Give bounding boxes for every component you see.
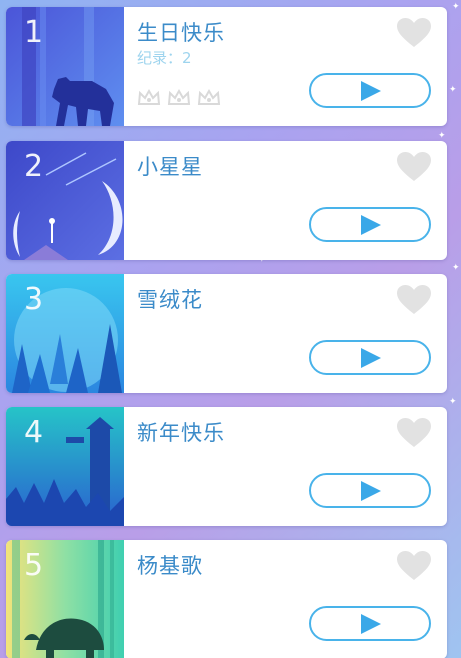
- song-title: 雪绒花: [137, 288, 203, 312]
- song-card-1[interactable]: 1 生日快乐 纪录：2: [6, 7, 447, 126]
- song-title: 杨基歌: [137, 554, 203, 578]
- sparkle-icon: ✦: [449, 397, 457, 407]
- play-button[interactable]: [309, 473, 431, 508]
- crown-icon: [137, 88, 161, 105]
- play-icon: [361, 347, 381, 368]
- crown-icon: [167, 88, 191, 105]
- song-number: 1: [24, 15, 44, 50]
- heart-icon[interactable]: [396, 17, 432, 49]
- song-artwork-tortoise: 5: [6, 540, 124, 658]
- crown-icon: [197, 88, 221, 105]
- song-card-2[interactable]: 2 小星星: [6, 141, 447, 260]
- song-number: 4: [24, 415, 44, 450]
- song-artwork-moon: 2: [6, 141, 124, 260]
- sparkle-icon: ✦: [438, 131, 446, 141]
- song-card-4[interactable]: 4 新年快乐: [6, 407, 447, 526]
- song-title: 生日快乐: [137, 21, 225, 45]
- song-card-5[interactable]: 5 杨基歌: [6, 540, 447, 658]
- play-button[interactable]: [309, 340, 431, 375]
- heart-icon[interactable]: [396, 417, 432, 449]
- song-title: 新年快乐: [137, 421, 225, 445]
- song-artwork-snow-trees: 3: [6, 274, 124, 393]
- heart-icon[interactable]: [396, 284, 432, 316]
- play-button[interactable]: [309, 606, 431, 641]
- crown-rating: [137, 88, 221, 108]
- play-icon: [361, 613, 381, 634]
- play-icon: [361, 80, 381, 101]
- song-number: 3: [24, 282, 44, 317]
- play-icon: [361, 214, 381, 235]
- song-record: 纪录：2: [137, 49, 192, 67]
- song-number: 2: [24, 149, 44, 184]
- song-number: 5: [24, 548, 44, 583]
- song-title: 小星星: [137, 155, 203, 179]
- song-artwork-tower-forest: 4: [6, 407, 124, 526]
- play-button[interactable]: [309, 73, 431, 108]
- play-icon: [361, 480, 381, 501]
- heart-icon[interactable]: [396, 151, 432, 183]
- sparkle-icon: ✦: [452, 2, 460, 12]
- sparkle-icon: ✦: [452, 263, 460, 273]
- song-artwork-bear: 1: [6, 7, 124, 126]
- heart-icon[interactable]: [396, 550, 432, 582]
- sparkle-icon: ✦: [449, 85, 457, 95]
- play-button[interactable]: [309, 207, 431, 242]
- song-card-3[interactable]: 3 雪绒花: [6, 274, 447, 393]
